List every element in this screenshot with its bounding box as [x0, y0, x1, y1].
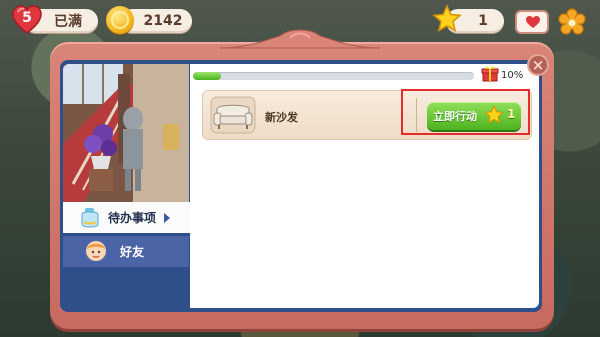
close-icon[interactable]: × — [527, 54, 549, 76]
tab-todo-label: 待办事项 — [108, 211, 157, 225]
heart-mail-icon — [526, 16, 540, 28]
friend-avatar-icon — [86, 241, 106, 261]
heart-icon: 5 — [11, 4, 43, 36]
stars-value: 1 — [478, 13, 488, 29]
progress-bar — [193, 72, 474, 80]
progress-percent: 10% — [501, 70, 524, 81]
panel-crest-ornament — [220, 29, 380, 49]
tab-arrow-icon — [164, 213, 170, 223]
lives-count: 5 — [22, 10, 32, 26]
settings-gear-icon[interactable] — [557, 8, 587, 38]
gift-icon[interactable] — [481, 64, 499, 82]
sofa-icon — [209, 95, 257, 135]
mail-button[interactable] — [515, 10, 549, 34]
task-name: 新沙发 — [265, 111, 298, 124]
lives-status: 已满 — [54, 14, 82, 30]
tab-todo[interactable]: 待办事项 — [63, 202, 197, 233]
todo-icon — [81, 208, 99, 228]
highlight-box — [401, 89, 530, 135]
star-icon — [432, 4, 462, 34]
tab-friends-label: 好友 — [120, 245, 145, 259]
progress-bar-fill — [193, 72, 222, 80]
coins-value: 2142 — [143, 13, 183, 29]
room-preview-image — [63, 64, 189, 202]
coin-icon — [106, 6, 134, 34]
tab-friends[interactable]: 好友 — [63, 236, 189, 267]
